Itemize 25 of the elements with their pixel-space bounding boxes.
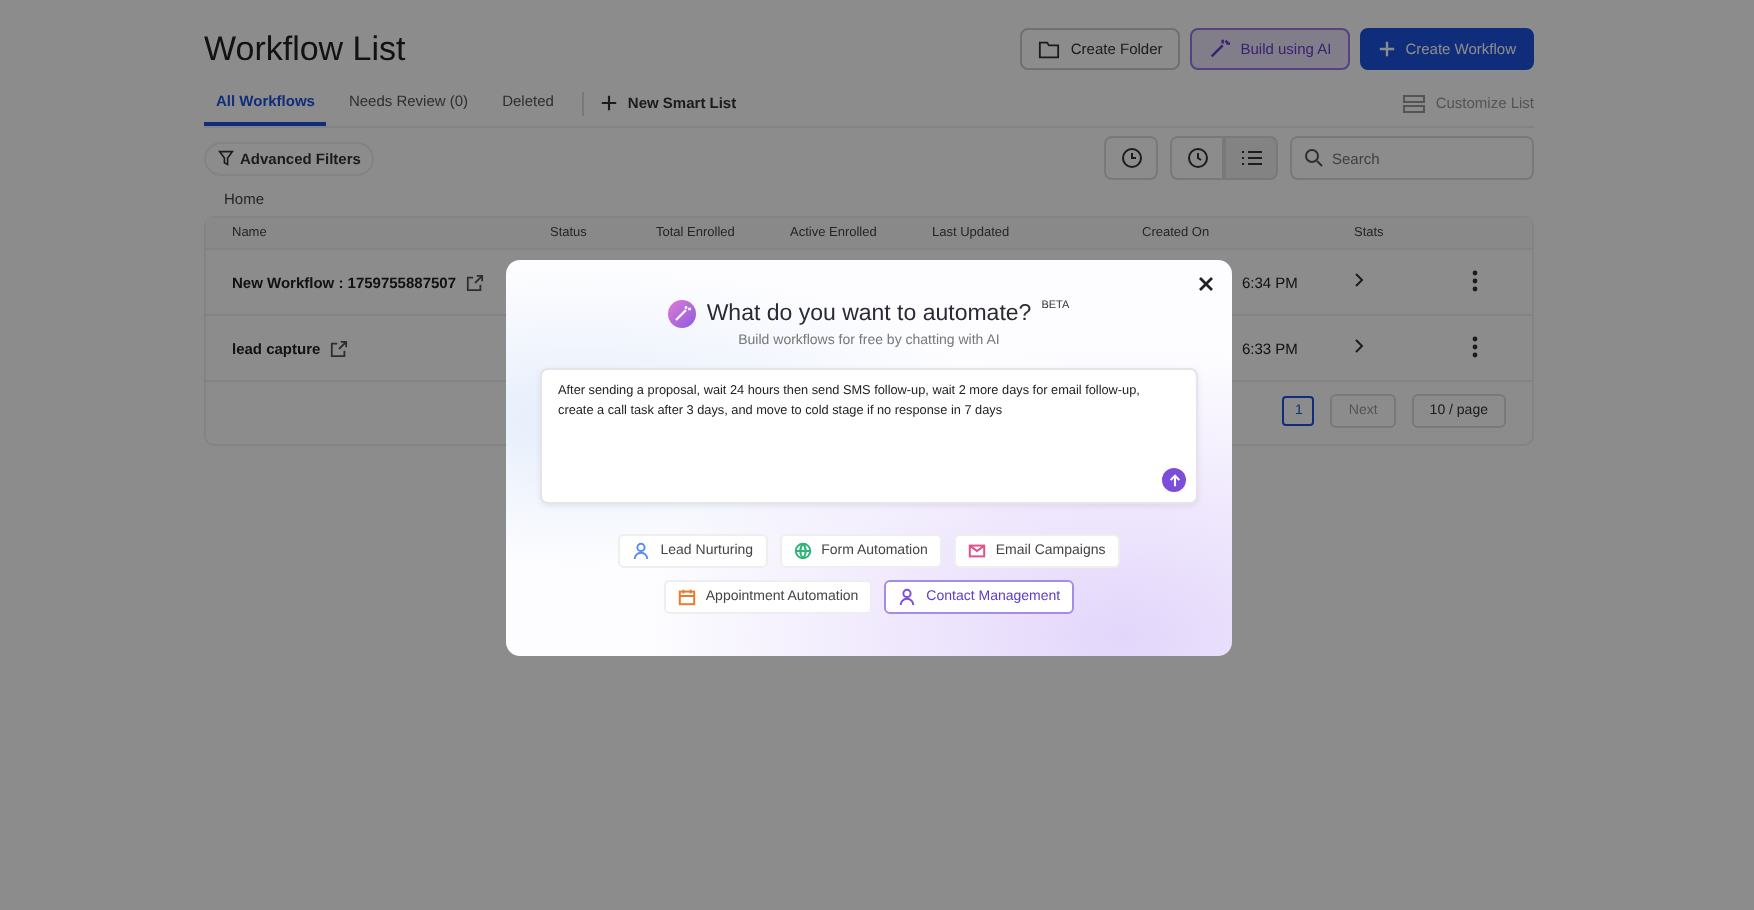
more-icon[interactable] — [1472, 335, 1478, 357]
arrow-up-icon — [1167, 473, 1181, 487]
close-icon[interactable] — [1198, 276, 1214, 292]
filter-icon — [218, 150, 234, 166]
columns-icon — [1401, 93, 1426, 113]
list-view-button[interactable] — [1224, 136, 1278, 180]
history-button[interactable] — [1104, 136, 1158, 180]
clock-view-button[interactable] — [1170, 136, 1224, 180]
plus-icon — [1377, 40, 1396, 58]
chevron-right-icon[interactable] — [1354, 338, 1366, 354]
page-title: Workflow List — [204, 29, 406, 69]
sparkle-icon — [668, 300, 697, 328]
more-icon[interactable] — [1472, 269, 1478, 291]
search-icon — [1304, 148, 1324, 168]
external-link-icon[interactable] — [330, 339, 349, 357]
wand-icon — [1208, 38, 1231, 60]
folder-icon — [1038, 39, 1061, 59]
history-icon — [1119, 146, 1143, 170]
external-link-icon[interactable] — [466, 273, 485, 291]
chevron-right-icon[interactable] — [1354, 272, 1366, 288]
list-icon — [1239, 148, 1263, 168]
send-button[interactable] — [1162, 468, 1186, 492]
plus-icon — [599, 94, 618, 112]
clock-icon — [1185, 146, 1209, 170]
dialog-title: What do you want to automate? — [706, 302, 1032, 326]
